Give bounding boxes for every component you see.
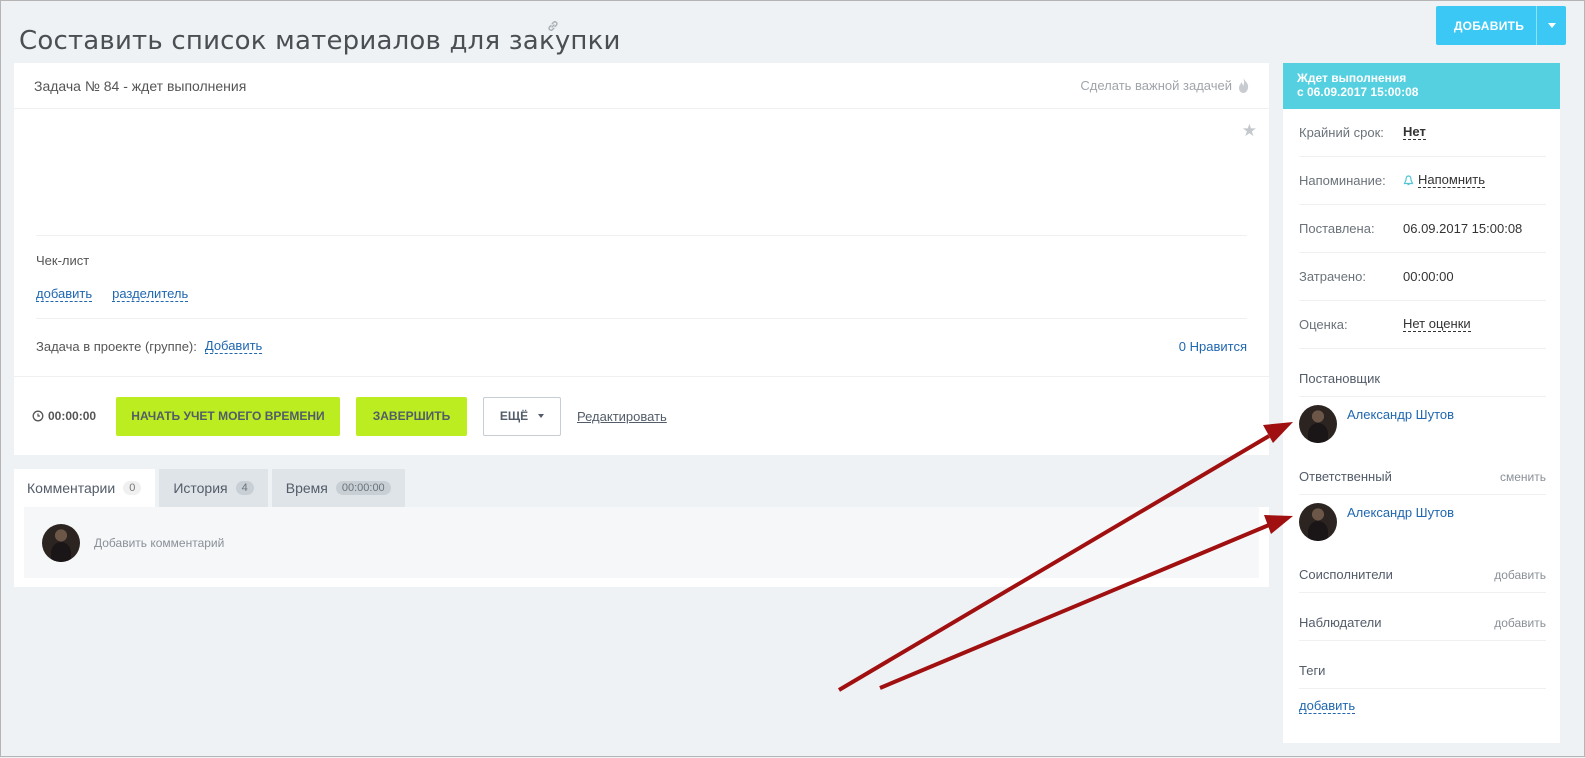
add-button-label: ДОБАВИТЬ [1453, 18, 1525, 33]
status-title: Ждет выполнения [1297, 71, 1407, 85]
change-responsible-link[interactable]: сменить [1500, 470, 1546, 484]
bell-icon [1403, 175, 1414, 186]
tab-time[interactable]: Время 00:00:00 [271, 469, 405, 507]
start-time-tracking-button[interactable]: НАЧАТЬ УЧЕТ МОЕГО ВРЕМЕНИ [116, 396, 340, 436]
creator-person: Александр Шутов [1299, 397, 1546, 447]
tab-count: 0 [123, 481, 142, 495]
rating-row: Оценка: Нет оценки [1299, 301, 1546, 349]
deadline-value[interactable]: Нет [1403, 124, 1426, 141]
avatar[interactable] [1299, 503, 1337, 541]
creator-section: Постановщик [1299, 349, 1546, 397]
created-label: Поставлена: [1299, 221, 1375, 236]
reminder-row: Напоминание: Напомнить [1299, 157, 1546, 205]
responsible-person: Александр Шутов [1299, 495, 1546, 545]
page-title: Составить список материалов для закупки [19, 26, 621, 57]
like-link[interactable]: 0 Нравится [1179, 339, 1247, 354]
divider [36, 318, 1247, 319]
tags-title: Теги [1299, 663, 1326, 678]
tab-history[interactable]: История 4 [159, 469, 268, 507]
deadline-row: Крайний срок: Нет [1299, 109, 1546, 157]
spent-label: Затрачено: [1299, 269, 1366, 284]
tags-section: Теги [1299, 641, 1546, 689]
add-tag-link[interactable]: добавить [1299, 698, 1356, 715]
checklist-title: Чек-лист [36, 253, 90, 268]
tab-count: 4 [235, 481, 254, 495]
tab-label: Время [285, 480, 328, 496]
comments-panel: Добавить комментарий [14, 507, 1269, 587]
observers-title: Наблюдатели [1299, 615, 1382, 630]
timer-value: 00:00:00 [48, 409, 97, 423]
reminder-value: Напомнить [1418, 171, 1485, 189]
comment-placeholder: Добавить комментарий [94, 535, 225, 550]
spent-value: 00:00:00 [1403, 269, 1454, 284]
task-sidebar: Ждет выполнения с 06.09.2017 15:00:08 Кр… [1283, 63, 1560, 743]
responsible-name-link[interactable]: Александр Шутов [1347, 505, 1454, 520]
star-icon[interactable]: ★ [1242, 121, 1257, 141]
responsible-section: Ответственный сменить [1299, 447, 1546, 495]
checklist-separator-link[interactable]: разделитель [112, 286, 189, 303]
flame-icon [1239, 78, 1249, 93]
timer: 00:00:00 [32, 409, 116, 423]
status-since: с 06.09.2017 15:00:08 [1297, 85, 1419, 99]
finish-button[interactable]: ЗАВЕРШИТЬ [356, 396, 467, 436]
observers-section: Наблюдатели добавить [1299, 593, 1546, 641]
tabs: Комментарии 0 История 4 Время 00:00:00 [14, 469, 405, 507]
checklist-add-link[interactable]: добавить [36, 286, 93, 303]
rating-value[interactable]: Нет оценки [1403, 316, 1471, 333]
project-label: Задача в проекте (группе): [36, 339, 197, 355]
more-button-label: ЕЩЁ [499, 409, 529, 423]
created-row: Поставлена: 06.09.2017 15:00:08 [1299, 205, 1546, 253]
avatar [42, 523, 80, 562]
project-row: Задача в проекте (группе): Добавить 0 Нр… [36, 338, 1247, 355]
rating-label: Оценка: [1299, 317, 1348, 332]
task-status-line: Задача № 84 - ждет выполнения [34, 77, 247, 94]
creator-title: Постановщик [1299, 371, 1381, 386]
edit-link[interactable]: Редактировать [577, 409, 667, 424]
creator-name-link[interactable]: Александр Шутов [1347, 407, 1454, 422]
tab-count: 00:00:00 [335, 481, 391, 495]
spent-row: Затрачено: 00:00:00 [1299, 253, 1546, 301]
divider [36, 235, 1247, 236]
make-important-label: Сделать важной задачей [1080, 78, 1232, 93]
reminder-label: Напоминание: [1299, 173, 1386, 188]
chevron-down-icon [1547, 23, 1556, 28]
status-header: Ждет выполнения с 06.09.2017 15:00:08 [1283, 63, 1560, 109]
add-observer-link[interactable]: добавить [1494, 616, 1546, 630]
task-card: Задача № 84 - ждет выполнения Сделать ва… [14, 63, 1269, 455]
tab-comments[interactable]: Комментарии 0 [14, 469, 156, 507]
project-add-link[interactable]: Добавить [204, 338, 263, 355]
avatar[interactable] [1299, 405, 1337, 443]
add-coexecutor-link[interactable]: добавить [1494, 568, 1546, 582]
checklist-actions: добавить разделитель [36, 286, 189, 303]
task-actions: 00:00:00 НАЧАТЬ УЧЕТ МОЕГО ВРЕМЕНИ ЗАВЕР… [14, 376, 1269, 455]
link-icon[interactable] [546, 19, 560, 33]
task-header: Задача № 84 - ждет выполнения Сделать ва… [14, 63, 1269, 109]
coexecutors-section: Соисполнители добавить [1299, 545, 1546, 593]
tab-label: История [173, 480, 228, 496]
deadline-label: Крайний срок: [1299, 125, 1384, 140]
responsible-title: Ответственный [1299, 469, 1392, 484]
add-dropdown-toggle[interactable] [1536, 6, 1566, 45]
clock-icon [32, 410, 44, 422]
coexecutors-title: Соисполнители [1299, 567, 1393, 582]
make-important-link[interactable]: Сделать важной задачей [1080, 78, 1249, 93]
reminder-link[interactable]: Напомнить [1403, 171, 1485, 189]
more-button[interactable]: ЕЩЁ [483, 396, 561, 436]
created-value: 06.09.2017 15:00:08 [1403, 221, 1523, 236]
tab-label: Комментарии [27, 480, 116, 496]
add-button[interactable]: ДОБАВИТЬ [1436, 6, 1566, 45]
chevron-down-icon [538, 414, 545, 418]
add-comment-box[interactable]: Добавить комментарий [24, 507, 1259, 578]
